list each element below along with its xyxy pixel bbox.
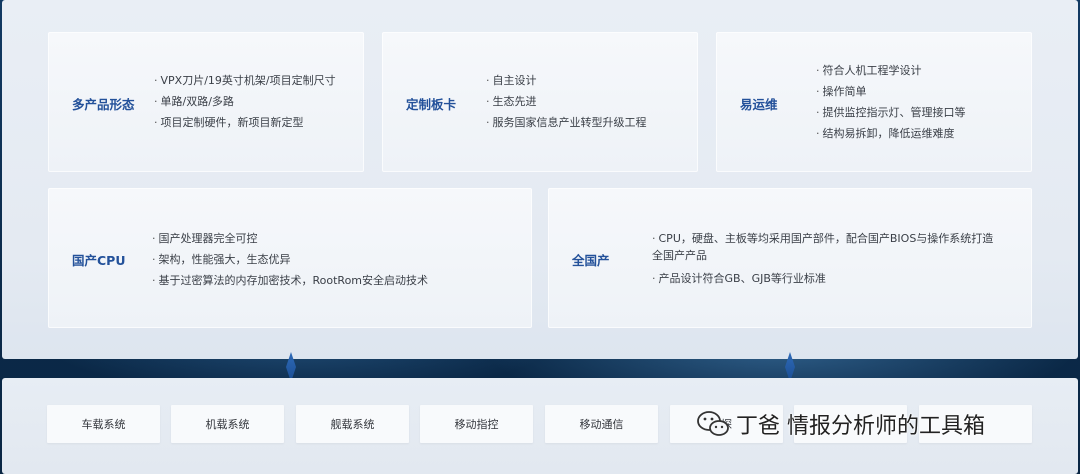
card-feature-list: 自主设计 生态先进 服务国家信息产业转型升级工程 (486, 70, 647, 133)
card-multi-product: 多产品形态 VPX刀片/19英寸机架/项目定制尺寸 单路/双路/多路 项目定制硬… (48, 32, 364, 172)
feature-item: 自主设计 (486, 70, 647, 91)
card-title: 易运维 (740, 97, 778, 112)
feature-item: 结构易拆卸，降低运维难度 (816, 123, 966, 144)
system-tab-shipborne[interactable]: 舰载系统 (296, 405, 409, 443)
card-easy-maintenance: 易运维 符合人机工程学设计 操作简单 提供监控指示灯、管理接口等 结构易拆卸，降… (716, 32, 1032, 172)
card-title: 国产CPU (72, 253, 126, 268)
card-custom-board: 定制板卡 自主设计 生态先进 服务国家信息产业转型升级工程 (382, 32, 698, 172)
feature-item: 国产处理器完全可控 (152, 228, 428, 249)
feature-item: VPX刀片/19英寸机架/项目定制尺寸 (154, 70, 336, 91)
feature-item: 生态先进 (486, 91, 647, 112)
wechat-icon (697, 411, 729, 436)
feature-item: 操作简单 (816, 81, 966, 102)
feature-item: 符合人机工程学设计 (816, 60, 966, 81)
card-title: 定制板卡 (406, 97, 457, 112)
system-tab-mobile-command[interactable]: 移动指控 (420, 405, 533, 443)
feature-item: 单路/双路/多路 (154, 91, 336, 112)
watermark: 丁爸 情报分析师的工具箱 (696, 404, 985, 444)
feature-item: 提供监控指示灯、管理接口等 (816, 102, 966, 123)
card-feature-list: VPX刀片/19英寸机架/项目定制尺寸 单路/双路/多路 项目定制硬件，新项目新… (154, 70, 336, 133)
system-tab-mobile-comm[interactable]: 移动通信 (545, 405, 658, 443)
card-title: 多产品形态 (72, 97, 135, 112)
system-tab-airborne[interactable]: 机载系统 (171, 405, 284, 443)
card-fully-domestic: 全国产 CPU，硬盘、主板等均采用国产部件，配合国产BIOS与操作系统打造全国产… (548, 188, 1032, 328)
feature-item: CPU，硬盘、主板等均采用国产部件，配合国产BIOS与操作系统打造全国产产品 (652, 230, 1002, 264)
card-title: 全国产 (572, 253, 610, 268)
feature-item: 服务国家信息产业转型升级工程 (486, 112, 647, 133)
feature-item: 项目定制硬件，新项目新定型 (154, 112, 336, 133)
card-feature-list: 国产处理器完全可控 架构，性能强大，生态优异 基于过密算法的内存加密技术，Roo… (152, 228, 429, 291)
feature-item: 架构，性能强大，生态优异 (152, 249, 428, 270)
card-feature-list: CPU，硬盘、主板等均采用国产部件，配合国产BIOS与操作系统打造全国产产品 产… (652, 230, 1002, 293)
card-domestic-cpu: 国产CPU 国产处理器完全可控 架构，性能强大，生态优异 基于过密算法的内存加密… (48, 188, 532, 328)
feature-item: 基于过密算法的内存加密技术，RootRom安全启动技术 (152, 270, 429, 291)
watermark-text: 丁爸 情报分析师的工具箱 (736, 414, 985, 439)
system-tab-vehicle[interactable]: 车载系统 (47, 405, 160, 443)
card-feature-list: 符合人机工程学设计 操作简单 提供监控指示灯、管理接口等 结构易拆卸，降低运维难… (816, 60, 966, 144)
feature-item: 产品设计符合GB、GJB等行业标准 (652, 270, 1002, 287)
